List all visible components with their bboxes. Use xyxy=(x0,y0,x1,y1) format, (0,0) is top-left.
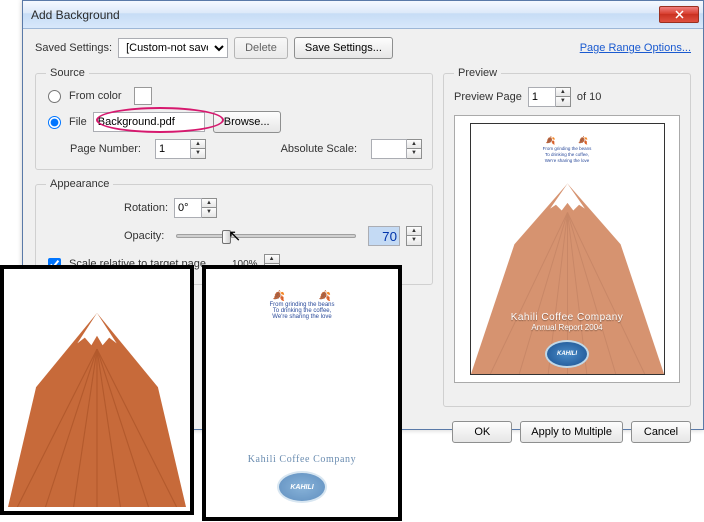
close-button[interactable] xyxy=(659,6,699,23)
overlay-thumb-mountain xyxy=(0,265,194,515)
absolute-scale-label: Absolute Scale: xyxy=(281,143,357,155)
thumb2-tagline: 🍂 🍂 From grinding the beans To drinking … xyxy=(210,291,394,320)
rotation-spinner[interactable]: ▲▼ xyxy=(174,198,217,218)
preview-fieldset: Preview Preview Page ▲▼ of 10 xyxy=(443,67,691,407)
page-range-options-link[interactable]: Page Range Options... xyxy=(580,42,691,54)
page-number-spinner[interactable]: ▲▼ xyxy=(155,139,206,159)
page-number-label: Page Number: xyxy=(70,143,141,155)
slider-thumb[interactable] xyxy=(222,230,231,244)
logo-badge: KAHILI xyxy=(545,340,589,368)
saved-settings-label: Saved Settings: xyxy=(35,42,112,54)
cancel-button[interactable]: Cancel xyxy=(631,421,691,443)
close-icon xyxy=(675,10,684,19)
file-name-input[interactable] xyxy=(93,112,205,132)
preview-tagline: 🍂 🍂 From grinding the beans To drinking … xyxy=(471,136,664,164)
source-legend: Source xyxy=(46,67,89,79)
browse-button[interactable]: Browse... xyxy=(213,111,281,133)
color-well[interactable] xyxy=(134,87,152,105)
from-color-label: From color xyxy=(69,90,122,102)
appearance-legend: Appearance xyxy=(46,178,113,190)
ok-button[interactable]: OK xyxy=(452,421,512,443)
preview-box: 🍂 🍂 From grinding the beans To drinking … xyxy=(454,115,680,383)
file-radio[interactable] xyxy=(48,116,61,129)
opacity-label: Opacity: xyxy=(124,230,164,242)
spin-up-icon[interactable]: ▲ xyxy=(191,140,205,149)
preview-page: 🍂 🍂 From grinding the beans To drinking … xyxy=(470,123,665,375)
save-settings-button[interactable]: Save Settings... xyxy=(294,37,393,59)
spin-down-icon[interactable]: ▼ xyxy=(191,149,205,158)
source-fieldset: Source From color File Browse... xyxy=(35,67,433,170)
thumb2-company: Kahili Coffee Company xyxy=(210,454,394,465)
file-label: File xyxy=(69,116,87,128)
titlebar: Add Background xyxy=(23,1,703,29)
preview-company-block: Kahili Coffee Company Annual Report 2004 xyxy=(471,312,664,332)
saved-settings-select[interactable]: [Custom-not saved] xyxy=(118,38,228,58)
rotation-label: Rotation: xyxy=(124,202,168,214)
overlay-thumb-text: 🍂 🍂 From grinding the beans To drinking … xyxy=(202,265,402,521)
delete-button[interactable]: Delete xyxy=(234,37,288,59)
apply-multiple-button[interactable]: Apply to Multiple xyxy=(520,421,623,443)
opacity-value-input[interactable] xyxy=(368,226,400,246)
preview-legend: Preview xyxy=(454,67,501,79)
from-color-radio[interactable] xyxy=(48,90,61,103)
preview-of-label: of 10 xyxy=(577,91,601,103)
preview-page-label: Preview Page xyxy=(454,91,522,103)
thumb2-logo: KAHILI xyxy=(277,471,327,503)
preview-page-spinner[interactable]: ▲▼ xyxy=(528,87,571,107)
absolute-scale-spinner[interactable]: ▲▼ xyxy=(371,139,422,159)
window-title: Add Background xyxy=(31,8,659,22)
opacity-slider[interactable] xyxy=(176,234,356,238)
